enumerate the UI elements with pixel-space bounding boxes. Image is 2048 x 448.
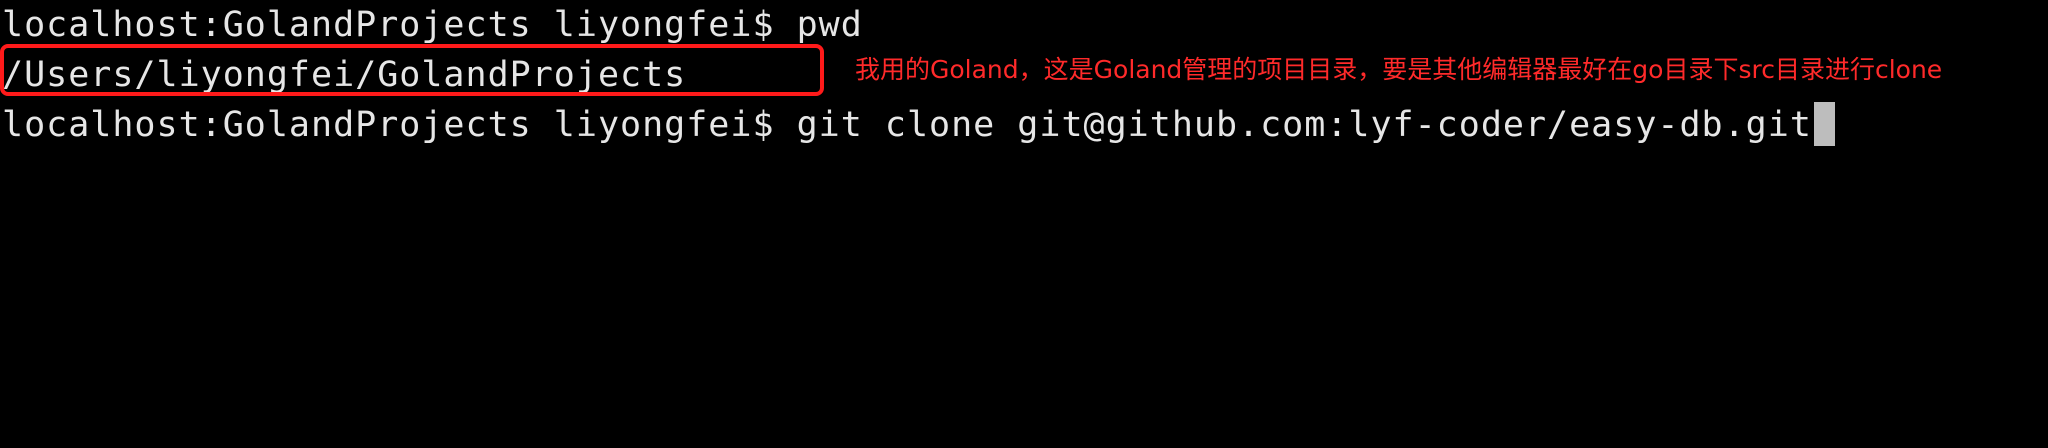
command-input[interactable]: git clone git@github.com:lyf-coder/easy-…: [797, 105, 1812, 145]
terminal-window[interactable]: localhost:GolandProjects liyongfei$ pwd …: [0, 0, 2048, 448]
shell-prompt: localhost:GolandProjects liyongfei$: [2, 105, 797, 145]
annotation-note: 我用的Goland，这是Goland管理的项目目录，要是其他编辑器最好在go目录…: [855, 55, 1943, 84]
terminal-line-pwd: localhost:GolandProjects liyongfei$ pwd: [2, 0, 863, 50]
shell-prompt: localhost:GolandProjects liyongfei$: [2, 5, 797, 45]
annotation-highlight-box: [0, 44, 824, 96]
terminal-line-git-clone[interactable]: localhost:GolandProjects liyongfei$ git …: [2, 100, 1835, 150]
text-cursor: [1813, 102, 1835, 146]
command-text: pwd: [796, 5, 863, 45]
